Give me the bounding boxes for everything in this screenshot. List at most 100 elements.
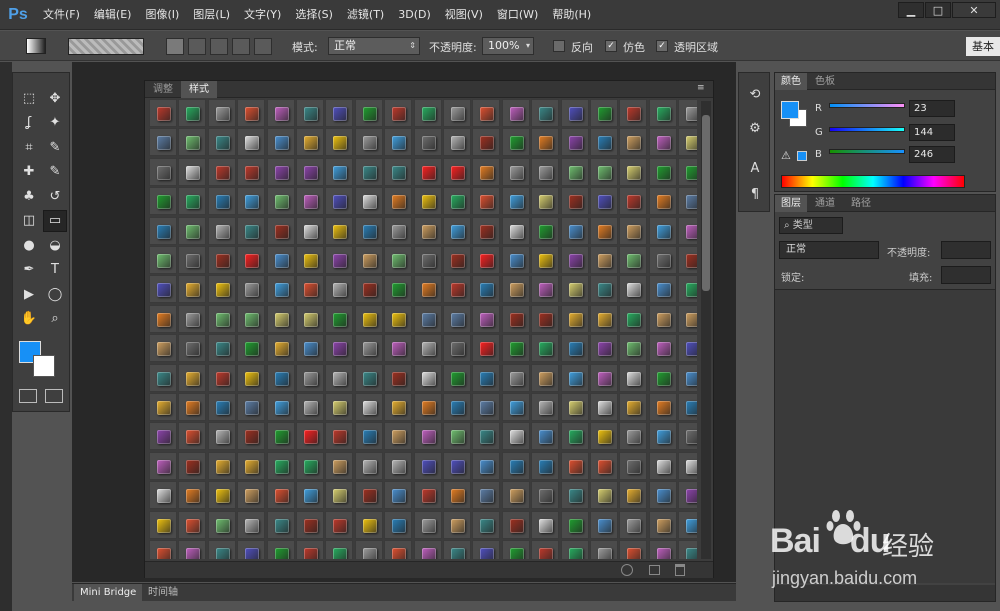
tab-swatches[interactable]: 色板 — [809, 73, 841, 90]
style-swatch[interactable] — [590, 304, 618, 333]
style-swatch[interactable] — [531, 128, 560, 157]
style-swatch[interactable] — [207, 422, 236, 451]
style-swatch[interactable] — [207, 216, 236, 245]
style-swatch[interactable] — [443, 481, 471, 510]
style-swatch[interactable] — [472, 275, 501, 304]
style-swatch[interactable] — [443, 510, 471, 539]
style-swatch[interactable] — [237, 422, 266, 451]
style-swatch[interactable] — [443, 187, 471, 216]
style-swatch[interactable] — [384, 422, 413, 451]
blue-value-field[interactable]: 246 — [909, 146, 955, 163]
style-swatch[interactable] — [266, 363, 295, 392]
menu-item-2[interactable]: 图像(I) — [138, 0, 186, 30]
style-swatch[interactable] — [590, 422, 618, 451]
style-swatch[interactable] — [237, 540, 266, 559]
style-swatch[interactable] — [296, 99, 324, 127]
fill-field[interactable] — [941, 266, 991, 284]
radial-gradient-button[interactable] — [188, 38, 206, 55]
style-swatch[interactable] — [531, 334, 560, 363]
style-swatch[interactable] — [178, 334, 207, 363]
style-swatch[interactable] — [413, 363, 442, 392]
style-swatch[interactable] — [472, 334, 501, 363]
style-swatch[interactable] — [678, 481, 697, 510]
style-swatch[interactable] — [149, 481, 177, 510]
style-swatch[interactable] — [266, 99, 295, 127]
style-swatch[interactable] — [531, 157, 560, 186]
style-swatch[interactable] — [178, 216, 207, 245]
style-swatch[interactable] — [590, 481, 618, 510]
hand-icon[interactable]: ✋ — [17, 308, 41, 330]
style-swatch[interactable] — [178, 128, 207, 157]
style-swatch[interactable] — [354, 422, 383, 451]
style-swatch[interactable] — [678, 510, 697, 539]
style-swatch[interactable] — [531, 99, 560, 127]
style-swatch[interactable] — [443, 128, 471, 157]
style-swatch[interactable] — [384, 216, 413, 245]
style-swatch[interactable] — [413, 275, 442, 304]
style-swatch[interactable] — [207, 510, 236, 539]
style-swatch[interactable] — [296, 363, 324, 392]
menu-item-9[interactable]: 窗口(W) — [490, 0, 545, 30]
style-swatch[interactable] — [296, 451, 324, 480]
menu-item-7[interactable]: 3D(D) — [391, 0, 438, 30]
style-swatch[interactable] — [384, 510, 413, 539]
style-swatch[interactable] — [560, 246, 589, 274]
style-swatch[interactable] — [501, 157, 530, 186]
style-swatch[interactable] — [296, 275, 324, 304]
style-swatch[interactable] — [443, 216, 471, 245]
style-swatch[interactable] — [149, 187, 177, 216]
style-swatch[interactable] — [266, 422, 295, 451]
style-swatch[interactable] — [678, 187, 697, 216]
style-swatch[interactable] — [325, 510, 354, 539]
style-swatch[interactable] — [443, 157, 471, 186]
style-swatch[interactable] — [501, 363, 530, 392]
style-swatch[interactable] — [237, 275, 266, 304]
style-swatch[interactable] — [678, 393, 697, 421]
style-swatch[interactable] — [296, 187, 324, 216]
style-swatch[interactable] — [178, 157, 207, 186]
style-swatch[interactable] — [207, 334, 236, 363]
style-swatch[interactable] — [266, 481, 295, 510]
style-swatch[interactable] — [501, 393, 530, 421]
diamond-gradient-button[interactable] — [254, 38, 272, 55]
style-swatch[interactable] — [325, 540, 354, 559]
properties-icon[interactable]: ⚙ — [745, 119, 765, 139]
style-swatch[interactable] — [413, 99, 442, 127]
style-swatch[interactable] — [149, 304, 177, 333]
style-swatch[interactable] — [296, 540, 324, 559]
opacity-select[interactable]: 100% ▾ — [482, 37, 534, 55]
style-swatch[interactable] — [354, 187, 383, 216]
style-swatch[interactable] — [678, 451, 697, 480]
style-swatch[interactable] — [619, 187, 648, 216]
style-swatch[interactable] — [560, 481, 589, 510]
style-swatch[interactable] — [619, 304, 648, 333]
green-slider[interactable] — [829, 127, 905, 132]
style-swatch[interactable] — [207, 128, 236, 157]
style-swatch[interactable] — [619, 510, 648, 539]
clear-style-icon[interactable] — [621, 564, 633, 576]
style-swatch[interactable] — [178, 363, 207, 392]
style-swatch[interactable] — [678, 157, 697, 186]
style-swatch[interactable] — [619, 481, 648, 510]
style-swatch[interactable] — [560, 304, 589, 333]
style-swatch[interactable] — [648, 157, 677, 186]
style-swatch[interactable] — [413, 481, 442, 510]
style-swatch[interactable] — [619, 540, 648, 559]
style-swatch[interactable] — [531, 422, 560, 451]
path-select-icon[interactable]: ▶ — [17, 283, 41, 305]
style-swatch[interactable] — [501, 540, 530, 559]
style-swatch[interactable] — [560, 128, 589, 157]
style-swatch[interactable] — [590, 510, 618, 539]
style-swatch[interactable] — [207, 540, 236, 559]
style-swatch[interactable] — [619, 275, 648, 304]
style-swatch[interactable] — [443, 393, 471, 421]
menu-item-8[interactable]: 视图(V) — [438, 0, 490, 30]
style-swatch[interactable] — [501, 334, 530, 363]
reflected-gradient-button[interactable] — [232, 38, 250, 55]
style-swatch[interactable] — [178, 275, 207, 304]
style-swatch[interactable] — [560, 187, 589, 216]
style-swatch[interactable] — [678, 275, 697, 304]
style-swatch[interactable] — [590, 393, 618, 421]
style-swatch[interactable] — [237, 451, 266, 480]
style-swatch[interactable] — [149, 540, 177, 559]
